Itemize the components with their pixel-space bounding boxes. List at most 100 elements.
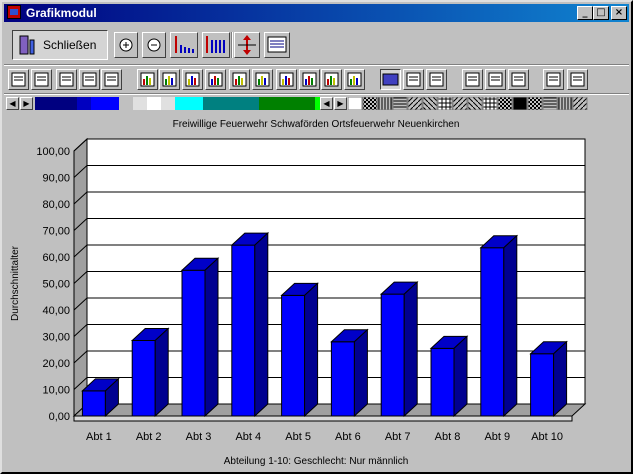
line-chart-button[interactable] xyxy=(205,69,226,90)
columns-button[interactable] xyxy=(485,69,506,90)
maximize-button[interactable]: □ xyxy=(593,6,609,20)
color-swatch[interactable] xyxy=(77,97,92,110)
rotate-3d-icon xyxy=(429,72,444,87)
app-icon[interactable] xyxy=(7,5,21,19)
y-tick-label: 100,00 xyxy=(36,146,70,158)
zoom-out-button[interactable] xyxy=(142,32,166,58)
hbar-chart-button[interactable] xyxy=(159,69,180,90)
printer-icon xyxy=(104,72,119,87)
hbar-chart-icon xyxy=(162,72,177,87)
color-swatch[interactable] xyxy=(175,97,190,110)
dot-chart-button[interactable] xyxy=(321,69,342,90)
scatter-chart-button[interactable] xyxy=(229,69,250,90)
candle-chart-button[interactable] xyxy=(344,69,365,90)
combo-chart-button[interactable] xyxy=(299,69,320,90)
color-swatch[interactable] xyxy=(301,97,316,110)
y-tick-label: 20,00 xyxy=(42,358,70,370)
color-swatch[interactable] xyxy=(245,97,260,110)
chart-area: Freiwillige Feuerwehr Schwaförden Ortsfe… xyxy=(4,114,629,470)
pattern-swatch[interactable] xyxy=(527,97,543,110)
palette-scroll-left-button[interactable]: ◀ xyxy=(6,97,19,110)
color-swatch[interactable] xyxy=(119,97,134,110)
color-swatch[interactable] xyxy=(63,97,78,110)
page-button[interactable] xyxy=(462,69,483,90)
color-swatch[interactable] xyxy=(273,97,288,110)
color-swatch[interactable] xyxy=(231,97,246,110)
arrow-right-icon: ▶ xyxy=(337,99,344,108)
color-swatch[interactable] xyxy=(189,97,204,110)
bar xyxy=(130,327,170,418)
pattern-scroll-left-button[interactable]: ◀ xyxy=(320,97,333,110)
scissors-button[interactable] xyxy=(79,69,100,90)
pattern-swatch[interactable] xyxy=(452,97,468,110)
color-swatch[interactable] xyxy=(217,97,232,110)
scatter-chart-icon xyxy=(232,72,247,87)
pattern-swatch[interactable] xyxy=(497,97,513,110)
color-swatch[interactable] xyxy=(133,97,148,110)
xy-chart-button[interactable] xyxy=(276,69,297,90)
columns-icon xyxy=(488,72,503,87)
3d-button[interactable] xyxy=(380,69,401,90)
zoom-page-icon xyxy=(546,72,561,87)
grid-3d-button[interactable] xyxy=(403,69,424,90)
dot-chart-icon xyxy=(324,72,339,87)
printer-button[interactable] xyxy=(101,69,122,90)
pattern-swatch[interactable] xyxy=(572,97,588,110)
pattern-swatch[interactable] xyxy=(377,97,393,110)
layout-icon xyxy=(267,36,287,53)
pattern-swatch[interactable] xyxy=(437,97,453,110)
floppy-icon xyxy=(34,72,49,87)
pattern-swatch[interactable] xyxy=(482,97,498,110)
pattern-swatch[interactable] xyxy=(542,97,558,110)
pattern-swatch[interactable] xyxy=(467,97,483,110)
pattern-scroll-right-button[interactable]: ▶ xyxy=(334,97,347,110)
bar xyxy=(330,328,369,418)
color-swatch[interactable] xyxy=(203,97,218,110)
bar-scale-button[interactable] xyxy=(202,32,230,58)
x-tick-label: Abt 10 xyxy=(531,431,563,443)
color-swatch[interactable] xyxy=(259,97,274,110)
pattern-swatch[interactable] xyxy=(422,97,438,110)
door-exit-icon xyxy=(19,35,35,55)
magnifier-button[interactable] xyxy=(567,69,588,90)
pattern-swatch[interactable] xyxy=(362,97,378,110)
bar-chart-button[interactable] xyxy=(182,69,203,90)
color-swatch[interactable] xyxy=(35,97,50,110)
pattern-swatch[interactable] xyxy=(348,97,363,110)
y-tick-label: 90,00 xyxy=(42,173,70,185)
layout-button[interactable] xyxy=(264,32,290,58)
zoom-page-button[interactable] xyxy=(543,69,564,90)
minimize-button[interactable]: _ xyxy=(577,6,593,20)
floppy-button[interactable] xyxy=(31,69,52,90)
vertical-resize-button[interactable] xyxy=(234,32,260,58)
pie-chart-button[interactable] xyxy=(252,69,273,90)
color-swatch[interactable] xyxy=(91,97,106,110)
color-swatch[interactable] xyxy=(49,97,64,110)
save-button[interactable] xyxy=(8,69,29,90)
close-window-button[interactable]: × xyxy=(611,6,627,20)
zoom-in-button[interactable] xyxy=(114,32,138,58)
color-swatch[interactable] xyxy=(161,97,176,110)
palette-scroll-right-button[interactable]: ▶ xyxy=(20,97,33,110)
rotate-3d-button[interactable] xyxy=(426,69,447,90)
pattern-swatch[interactable] xyxy=(392,97,408,110)
y-tick-label: 60,00 xyxy=(42,252,70,264)
x-axis-label: Abteilung 1-10: Geschlecht: Nur männlich xyxy=(224,456,409,467)
pattern-swatch[interactable] xyxy=(512,97,528,110)
bar xyxy=(230,231,270,418)
bar-up-button[interactable] xyxy=(170,32,198,58)
y-tick-label: 70,00 xyxy=(42,226,70,238)
close-module-button[interactable]: Schließen xyxy=(12,30,108,60)
pattern-swatch[interactable] xyxy=(557,97,573,110)
title-bar: Grafikmodul _ □ × xyxy=(4,4,629,22)
camera-button[interactable] xyxy=(56,69,77,90)
pattern-palette[interactable] xyxy=(348,97,588,110)
rows-button[interactable] xyxy=(508,69,529,90)
color-swatch[interactable] xyxy=(287,97,302,110)
bar-scale-icon xyxy=(206,36,225,53)
pattern-swatch[interactable] xyxy=(407,97,423,110)
color-swatch[interactable] xyxy=(147,97,162,110)
color-swatch[interactable] xyxy=(105,97,120,110)
area-chart-button[interactable] xyxy=(137,69,158,90)
x-tick-label: Abt 5 xyxy=(285,431,311,443)
